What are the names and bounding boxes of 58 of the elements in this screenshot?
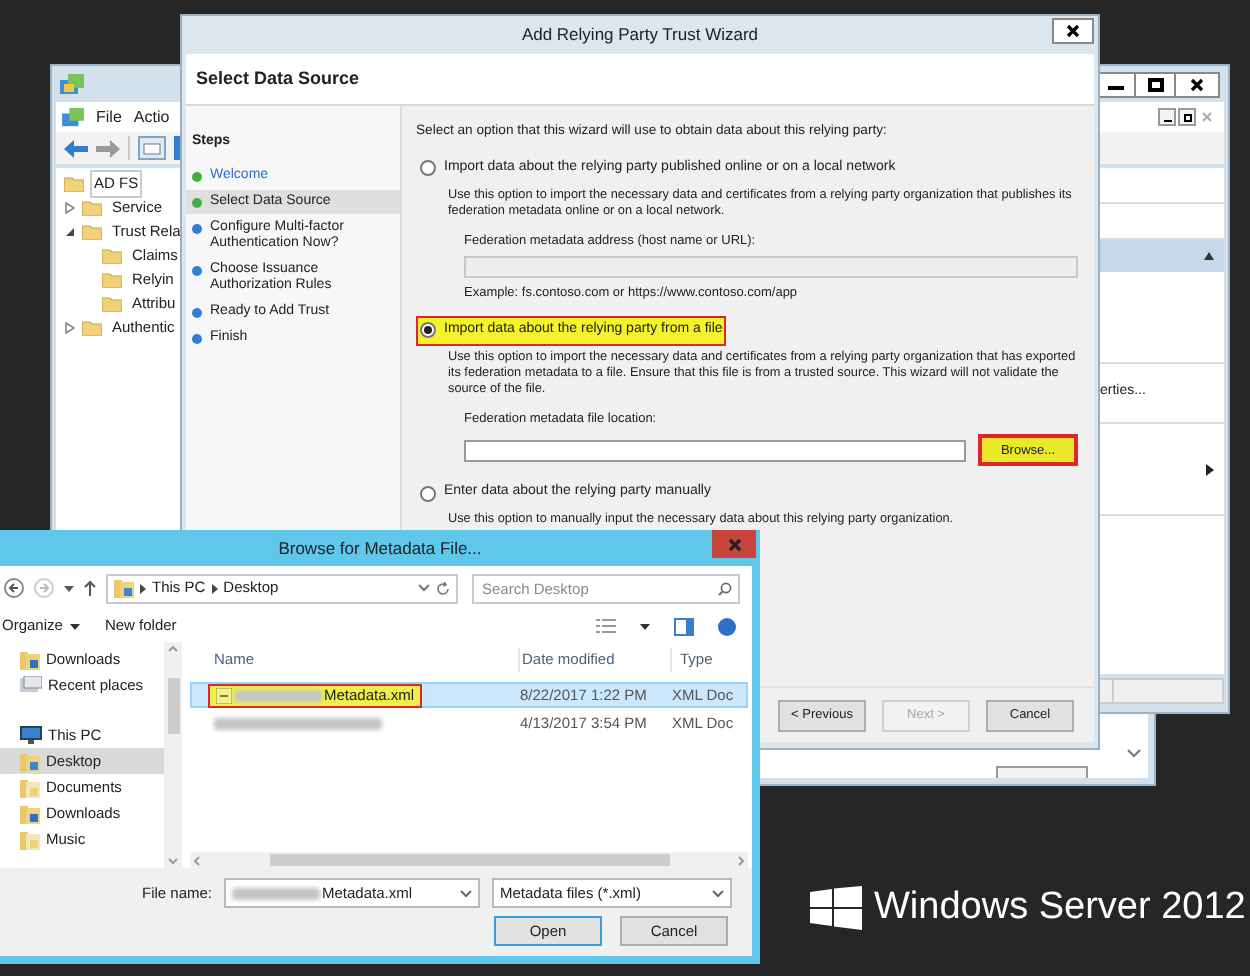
view-options-icon[interactable] <box>596 618 616 634</box>
folder-icon <box>20 829 40 849</box>
up-arrow-icon[interactable] <box>84 580 96 596</box>
scroll-right-icon[interactable] <box>738 855 744 865</box>
download-folder-icon <box>20 649 40 669</box>
chevron-down-icon[interactable] <box>418 584 430 592</box>
recent-places-icon <box>20 676 42 694</box>
refresh-icon[interactable] <box>436 581 450 595</box>
download-folder-icon <box>20 803 40 823</box>
chevron-icon <box>211 583 218 593</box>
restore-button[interactable] <box>1178 108 1196 126</box>
menu-item[interactable]: Actio <box>133 105 170 129</box>
scroll-thumb[interactable] <box>167 677 179 733</box>
windows-logo-icon <box>810 886 862 931</box>
xml-file-icon <box>216 687 232 703</box>
dropdown-arrow-icon[interactable] <box>64 585 74 591</box>
radio-button[interactable] <box>420 160 436 177</box>
menu-item[interactable]: File <box>96 105 122 129</box>
forward-arrow-icon[interactable] <box>96 139 120 157</box>
app-icon <box>60 73 84 95</box>
input-field[interactable] <box>464 439 966 462</box>
console-tree-icon[interactable] <box>138 136 166 160</box>
brand-text: Windows Server 2012 <box>874 884 1246 932</box>
horizontal-scrollbar[interactable] <box>190 852 748 868</box>
back-arrow-icon[interactable] <box>64 139 88 157</box>
scroll-up-icon[interactable] <box>168 646 178 652</box>
scroll-thumb[interactable] <box>269 854 669 866</box>
close-icon[interactable] <box>1052 18 1094 44</box>
scroll-down-icon[interactable] <box>168 858 178 864</box>
computer-icon <box>20 726 42 744</box>
submenu-arrow-icon[interactable] <box>1206 463 1214 475</box>
minimize-button[interactable] <box>1096 71 1136 97</box>
radio-button[interactable] <box>420 322 436 339</box>
close-icon[interactable] <box>1176 71 1220 97</box>
search-icon[interactable] <box>718 581 732 595</box>
radio-button[interactable] <box>420 485 436 502</box>
minimize-button[interactable] <box>1158 108 1176 126</box>
dialog-title: Browse for Metadata File... <box>278 535 482 561</box>
dropdown-arrow-icon[interactable] <box>640 623 650 629</box>
collapse-arrow-icon[interactable] <box>64 226 76 238</box>
collapse-arrow-icon[interactable] <box>1204 252 1214 260</box>
folder-icon <box>20 777 40 797</box>
wizard-heading: Select Data Source <box>196 65 360 92</box>
scroll-left-icon[interactable] <box>194 855 200 865</box>
close-button[interactable] <box>712 530 756 558</box>
app-icon <box>62 107 84 127</box>
chevron-icon <box>140 583 146 593</box>
preview-pane-icon[interactable] <box>674 617 694 635</box>
expand-arrow-icon[interactable] <box>64 322 76 334</box>
expand-arrow-icon[interactable] <box>64 202 76 214</box>
folder-icon <box>20 751 40 771</box>
scrollbar[interactable] <box>164 642 182 868</box>
tasks-dropdown[interactable] <box>996 766 1088 778</box>
window-title: Add Relying Party Trust Wizard <box>521 22 759 48</box>
folder-icon <box>114 578 134 598</box>
back-arrow-icon[interactable] <box>4 578 24 598</box>
dropdown-arrow-icon[interactable] <box>70 623 81 629</box>
maximize-button[interactable] <box>1136 71 1176 97</box>
